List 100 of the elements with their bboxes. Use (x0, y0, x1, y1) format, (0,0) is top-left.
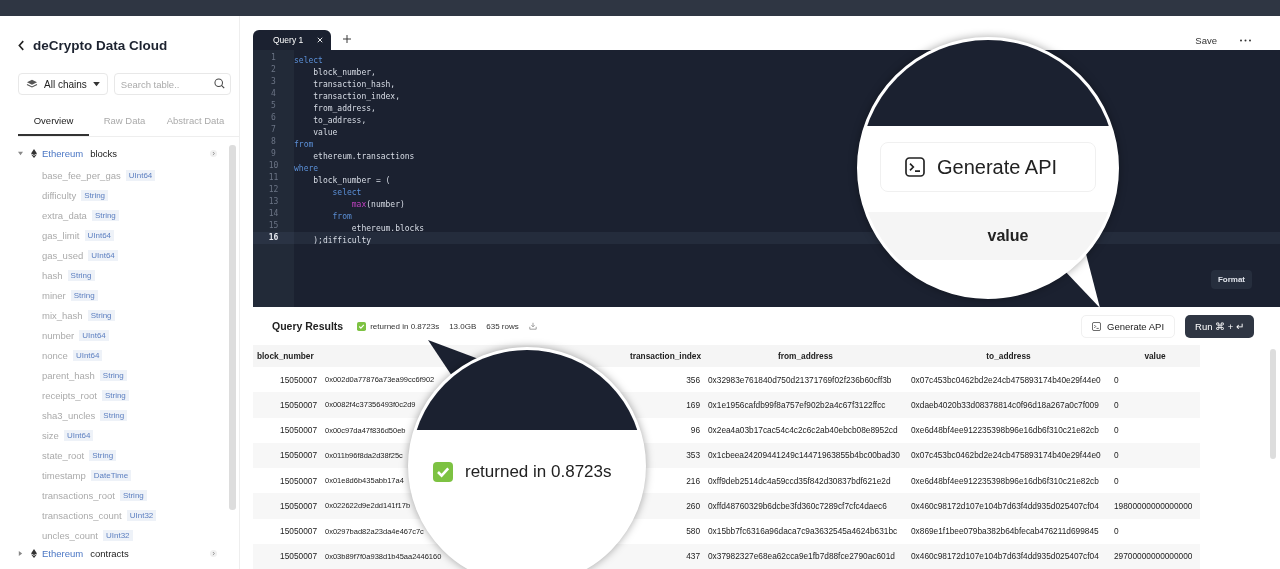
format-button[interactable]: Format (1210, 270, 1252, 289)
line-number: 2 (270, 64, 277, 76)
layers-icon (26, 79, 38, 89)
field-name: number (42, 329, 75, 341)
table-cell: 0x37982327e68ea62cca9e1fb7d88fce2790ac601d (708, 551, 895, 562)
type-badge: DateTime (90, 469, 132, 481)
field-name: timestamp (42, 469, 86, 481)
line-number: 10 (267, 160, 280, 172)
field-name: gas_used (42, 249, 84, 261)
tree-item[interactable]: Ethereum blocks (18, 145, 229, 161)
generate-api-button[interactable]: Generate API (1081, 314, 1176, 338)
table-cell: 0 (1114, 526, 1119, 537)
field-name: sha3_uncles (42, 409, 96, 421)
table-cell: 0x460c98172d107e104b7d63f4dd935d025407cf04 (911, 551, 1099, 562)
type-badge: String (81, 189, 109, 201)
close-icon[interactable] (317, 37, 324, 43)
chain-name: Ethereum (42, 547, 84, 559)
table-name: blocks (90, 147, 118, 159)
search-icon (214, 78, 225, 89)
line-number: 14 (267, 208, 280, 220)
table-cell: 0x1e1956cafdb99f8a757ef902b2a4c67f3122ffcc (708, 399, 886, 410)
line-number: 5 (270, 100, 277, 112)
code-line: block_number = ( (312, 176, 391, 185)
table-cell: 353 (686, 450, 700, 461)
type-badge: UInt64 (63, 429, 94, 441)
column-header: value (1144, 351, 1166, 361)
field-name: difficulty (42, 189, 77, 201)
type-badge: String (70, 289, 98, 301)
code-line: from_address, (312, 104, 376, 113)
scrollbar[interactable] (1270, 349, 1276, 459)
code-line: block_number, (312, 68, 376, 77)
line-number: 12 (267, 184, 280, 196)
line-number: 16 (253, 232, 294, 244)
table-cell: 260 (686, 500, 700, 511)
table-cell: 15050007 (280, 399, 317, 410)
table-cell: 0x1cbeea24209441249c14471963855b4bc00bad30 (708, 450, 900, 461)
line-number: 8 (270, 136, 277, 148)
line-number: 6 (270, 112, 277, 124)
table-cell: 96 (690, 425, 700, 436)
code-line: max(number) (350, 200, 405, 209)
table-cell: 0x32983e761840d750d21371769f02f236b60cff3b (708, 374, 892, 385)
field-name: parent_hash (42, 369, 95, 381)
table-cell: 0xff9deb2514dc4a59ccd35f842d30837bdf621e2d (708, 475, 891, 486)
field-name: transactions_count (42, 509, 122, 521)
column-header: transaction_index (630, 351, 701, 361)
field-name: hash (42, 269, 63, 281)
status-text: returned in 0.8723s (370, 321, 440, 331)
code-line: ethereum.blocks (350, 224, 425, 233)
query-tab[interactable]: Query 1 (253, 30, 332, 50)
code-line: to_address, (312, 116, 367, 125)
diamond-icon (31, 148, 37, 158)
code-line: from (294, 140, 314, 149)
chain-dropdown[interactable]: All chains (18, 73, 108, 95)
row-count: 635 rows (486, 321, 519, 331)
run-button[interactable]: Run ⌘ + ↵ (1185, 314, 1254, 338)
field-name: mix_hash (42, 309, 83, 321)
table-cell: 0xdaeb4020b33d08378814c0f96d18a267a0c7f009 (911, 399, 1099, 410)
table-cell: 15050007 (280, 450, 317, 461)
type-badge: UInt64 (84, 229, 115, 241)
table-cell: 437 (686, 551, 700, 562)
tree-item[interactable]: Ethereum contracts (18, 545, 229, 561)
code-line: );difficulty (312, 236, 372, 245)
column-header: value (986, 227, 1029, 245)
column-header: to_address (986, 351, 1031, 361)
type-badge: String (91, 209, 119, 221)
type-badge: String (101, 389, 129, 401)
code-line: transaction_index, (312, 92, 400, 101)
line-number: 11 (267, 172, 280, 184)
back-icon[interactable] (18, 40, 25, 51)
scrollbar[interactable] (229, 145, 236, 510)
code-line: value (312, 128, 338, 137)
sidebar-tab[interactable]: Overview (18, 109, 89, 136)
type-badge: UInt64 (88, 249, 118, 261)
code-line: where (294, 164, 319, 173)
results-title: Query Results (272, 320, 344, 332)
table-cell: 580 (686, 526, 700, 537)
save-button[interactable]: Save (1195, 35, 1217, 46)
line-number: 3 (270, 76, 277, 88)
field-name: nonce (42, 349, 68, 361)
add-icon[interactable] (343, 35, 352, 43)
terminal-icon (1092, 321, 1102, 331)
check-icon (357, 321, 367, 331)
sidebar-title: deCrypto Data Cloud (33, 38, 168, 53)
table-cell: 15050007 (280, 551, 317, 562)
type-badge: String (99, 369, 127, 381)
search-field[interactable]: Search table.. (113, 73, 231, 95)
diamond-icon (31, 548, 37, 558)
tab-label: Query 1 (273, 35, 304, 45)
caret-icon (92, 81, 100, 87)
table-cell: 15050007 (280, 475, 317, 486)
more-icon[interactable] (1239, 39, 1252, 42)
column-header: block_number (257, 351, 314, 361)
field-name: extra_data (42, 209, 87, 221)
code-line: ethereum.transactions (312, 152, 415, 161)
line-number: 7 (270, 124, 277, 136)
field-name: state_root (42, 449, 85, 461)
table-cell: 15050007 (280, 526, 317, 537)
table-cell: 15050007 (280, 374, 317, 385)
table-cell: 15050007 (280, 425, 317, 436)
code-line: transaction_hash, (312, 80, 396, 89)
